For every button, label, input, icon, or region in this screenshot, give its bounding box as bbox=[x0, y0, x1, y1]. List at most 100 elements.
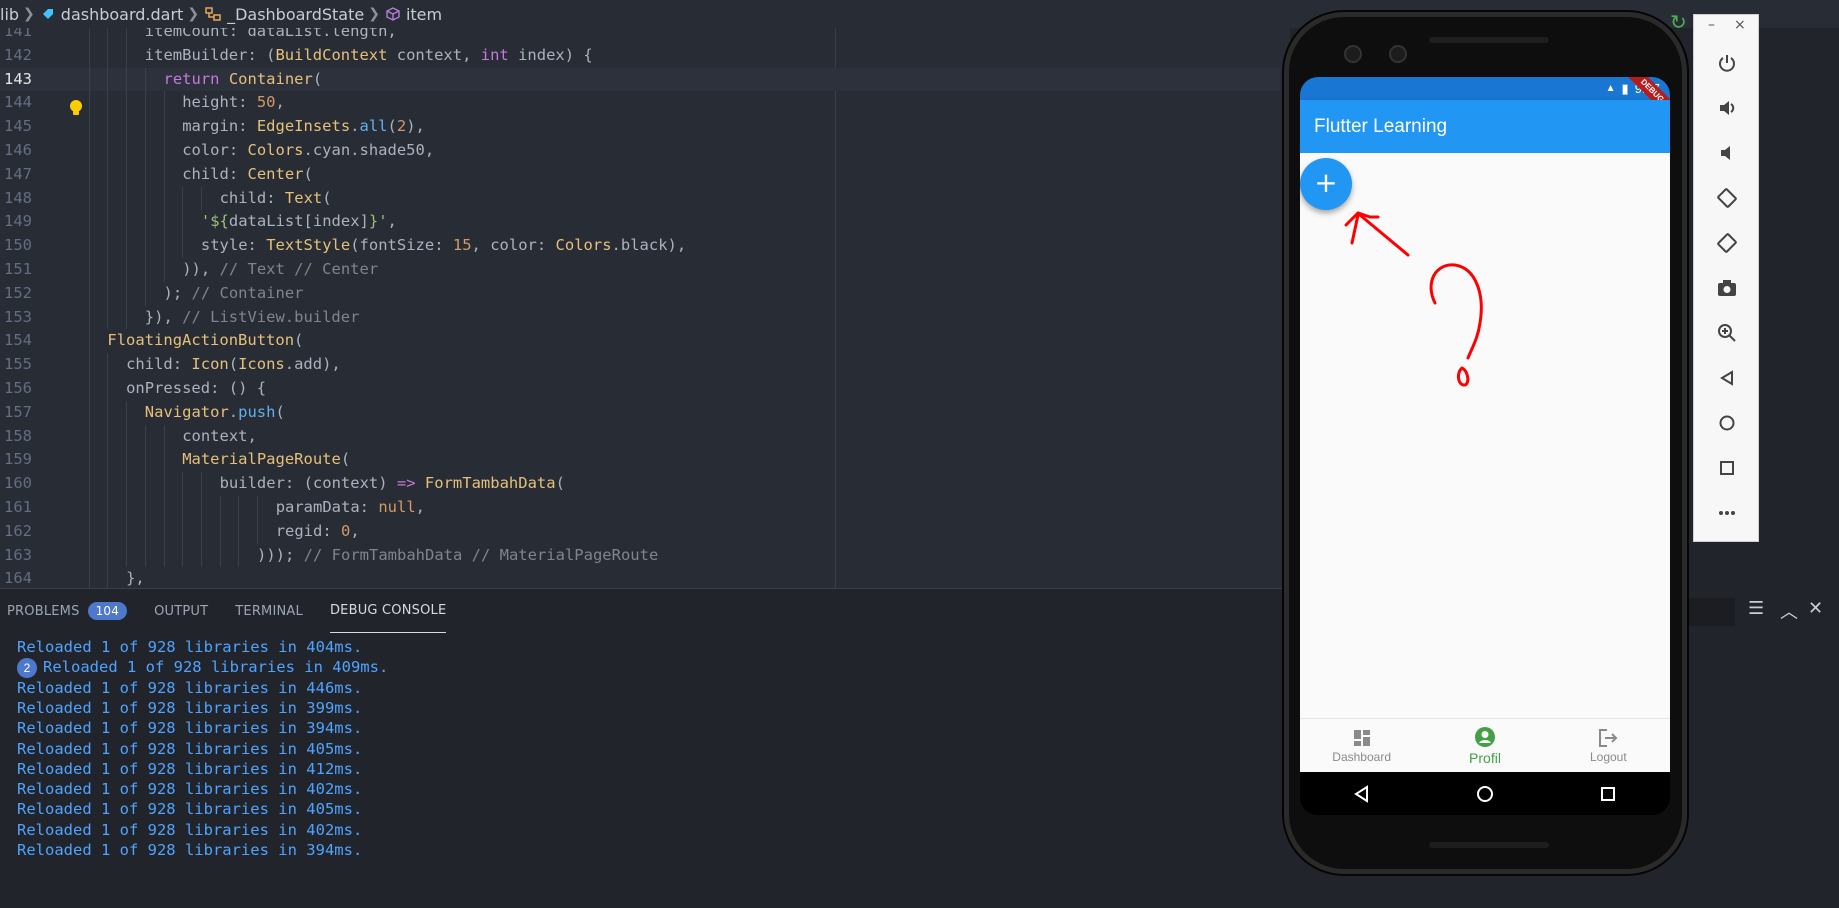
back-icon[interactable] bbox=[1711, 362, 1743, 394]
indent-guide bbox=[88, 496, 90, 520]
clear-list-icon[interactable]: ☰ bbox=[1748, 598, 1764, 619]
code-line[interactable]: 156 onPressed: () { bbox=[0, 377, 1280, 401]
nav-item-logout[interactable]: Logout bbox=[1547, 719, 1670, 772]
code-line[interactable]: 148 child: Text( bbox=[0, 186, 1280, 211]
indent-guide bbox=[88, 424, 90, 449]
breadcrumb-item-lib[interactable]: lib bbox=[0, 5, 19, 24]
minimize-icon[interactable]: – bbox=[1708, 17, 1715, 33]
lightbulb-icon[interactable] bbox=[66, 98, 86, 118]
overview-icon[interactable] bbox=[1711, 452, 1743, 484]
more-icon[interactable] bbox=[1711, 497, 1743, 529]
code-line[interactable]: 145 margin: EdgeInsets.all(2), bbox=[0, 115, 1280, 139]
power-icon[interactable] bbox=[1711, 47, 1743, 79]
code-text: Navigator.push( bbox=[145, 401, 285, 425]
add-fab-button[interactable]: + bbox=[1300, 158, 1352, 210]
indent-guide bbox=[88, 43, 90, 68]
code-line[interactable]: 150 style: TextStyle(fontSize: 15, color:… bbox=[0, 234, 1280, 258]
code-text: height: 50, bbox=[182, 91, 285, 115]
android-home-icon[interactable] bbox=[1476, 785, 1494, 803]
code-line[interactable]: 157 Navigator.push( bbox=[0, 400, 1280, 425]
code-text: paramData: null, bbox=[276, 496, 425, 520]
line-number: 162 bbox=[4, 521, 32, 540]
tab-terminal[interactable]: TERMINAL bbox=[235, 589, 303, 633]
code-line[interactable]: 141 itemCount: dataList.length, bbox=[0, 28, 1280, 44]
chevron-right-icon: ❯ bbox=[23, 6, 35, 22]
code-token: }), bbox=[144, 307, 183, 326]
log-text: Reloaded 1 of 928 libraries in 409ms. bbox=[43, 658, 389, 677]
log-text: Reloaded 1 of 928 libraries in 405ms. bbox=[17, 800, 363, 819]
indent-guide bbox=[163, 186, 165, 211]
code-token: itemBuilder: ( bbox=[144, 45, 276, 64]
indent-guide bbox=[107, 567, 109, 588]
indent-guide bbox=[144, 519, 146, 544]
code-line[interactable]: 144 height: 50, bbox=[0, 91, 1280, 116]
code-line[interactable]: 152); // Container bbox=[0, 281, 1280, 306]
breadcrumb-label: item bbox=[405, 4, 443, 24]
rotate-left-icon[interactable] bbox=[1711, 182, 1743, 214]
code-token: , bbox=[350, 521, 360, 540]
code-line[interactable]: 147 child: Center( bbox=[0, 162, 1280, 187]
indent-guide bbox=[107, 424, 109, 449]
indent-guide bbox=[144, 234, 146, 258]
tab-output[interactable]: OUTPUT bbox=[154, 589, 208, 633]
code-line[interactable]: 162 regid: 0, bbox=[0, 519, 1280, 544]
code-text: return Container( bbox=[164, 68, 323, 92]
volume-down-icon[interactable] bbox=[1711, 137, 1743, 169]
debug-console-output[interactable]: Reloaded 1 of 928 libraries in 404ms. 2 Re… bbox=[0, 638, 1290, 908]
chevron-up-icon[interactable]: ︿ bbox=[1780, 598, 1798, 624]
code-text: ))); // FormTambahData // MaterialPageRo… bbox=[257, 544, 658, 568]
code-line[interactable]: 159 MaterialPageRoute( bbox=[0, 448, 1280, 473]
code-line[interactable]: 143 return Container( bbox=[0, 67, 1280, 92]
code-token: '${ bbox=[200, 212, 229, 231]
breadcrumb-item-method[interactable]: item bbox=[386, 5, 442, 24]
indent-guide bbox=[238, 519, 240, 544]
android-back-icon[interactable] bbox=[1353, 784, 1371, 803]
tab-problems[interactable]: PROBLEMS 104 bbox=[7, 589, 128, 633]
android-overview-icon[interactable] bbox=[1599, 785, 1617, 803]
code-line[interactable]: 164}, bbox=[0, 567, 1280, 588]
code-line[interactable]: 161 paramData: null, bbox=[0, 496, 1280, 520]
line-number: 158 bbox=[4, 426, 32, 445]
indent-guide bbox=[144, 543, 146, 568]
camera-icon[interactable] bbox=[1711, 272, 1743, 304]
nav-label: Logout bbox=[1589, 749, 1627, 764]
code-line[interactable]: 154 FloatingActionButton( bbox=[0, 329, 1280, 354]
volume-up-icon[interactable] bbox=[1711, 92, 1743, 124]
code-line[interactable]: 151)), // Text // Center bbox=[0, 258, 1280, 282]
console-filter-input[interactable] bbox=[1680, 598, 1735, 626]
home-icon[interactable] bbox=[1711, 407, 1743, 439]
code-token: . bbox=[228, 402, 239, 421]
code-line[interactable]: 142 itemBuilder: (BuildContext context, i… bbox=[0, 43, 1280, 68]
code-line[interactable]: 155 child: Icon(Icons.add), bbox=[0, 353, 1280, 377]
breadcrumb-item-class[interactable]: _DashboardState bbox=[205, 5, 364, 24]
zoom-icon[interactable] bbox=[1711, 317, 1743, 349]
rotate-right-icon[interactable] bbox=[1711, 227, 1743, 259]
code-line[interactable]: 163))); // FormTambahData // MaterialPag… bbox=[0, 543, 1280, 568]
close-panel-icon[interactable]: ✕ bbox=[1808, 598, 1823, 619]
nav-item-profil[interactable]: Profil bbox=[1423, 719, 1546, 772]
code-line[interactable]: 153}), // ListView.builder bbox=[0, 305, 1280, 330]
code-editor[interactable]: 141 itemCount: dataList.length, 142 itemBui… bbox=[0, 28, 1280, 588]
code-token: ))); bbox=[257, 545, 304, 564]
code-line[interactable]: 149 '${dataList[index]}', bbox=[0, 210, 1280, 235]
nav-item-dashboard[interactable]: Dashboard bbox=[1300, 719, 1423, 772]
hot-restart-icon[interactable]: ↻ bbox=[1670, 10, 1687, 34]
indent-guide bbox=[107, 472, 109, 496]
tab-debug-console[interactable]: DEBUG CONSOLE bbox=[329, 589, 447, 633]
code-token: 50 bbox=[256, 93, 276, 112]
code-token: context, bbox=[182, 426, 257, 445]
code-line[interactable]: 146 color: Colors.cyan.shade50, bbox=[0, 139, 1280, 163]
indent-guide bbox=[88, 186, 90, 211]
indent-guide bbox=[107, 210, 109, 235]
indent-guide bbox=[107, 400, 109, 425]
phone-screen[interactable]: ▲ ▮ 9:47 DEBUG Flutter Learning + Dashbo… bbox=[1300, 77, 1670, 815]
code-token: all bbox=[359, 117, 388, 136]
code-text: itemCount: dataList.length, bbox=[145, 28, 397, 44]
tab-label: TERMINAL bbox=[235, 603, 303, 619]
code-line[interactable]: 160 builder: (context) => FormTambahData( bbox=[0, 472, 1280, 496]
breadcrumb-item-file[interactable]: dashboard.dart bbox=[41, 5, 183, 24]
close-icon[interactable]: × bbox=[1734, 17, 1746, 33]
code-line[interactable]: 158 context, bbox=[0, 424, 1280, 449]
line-number: 146 bbox=[4, 141, 32, 159]
